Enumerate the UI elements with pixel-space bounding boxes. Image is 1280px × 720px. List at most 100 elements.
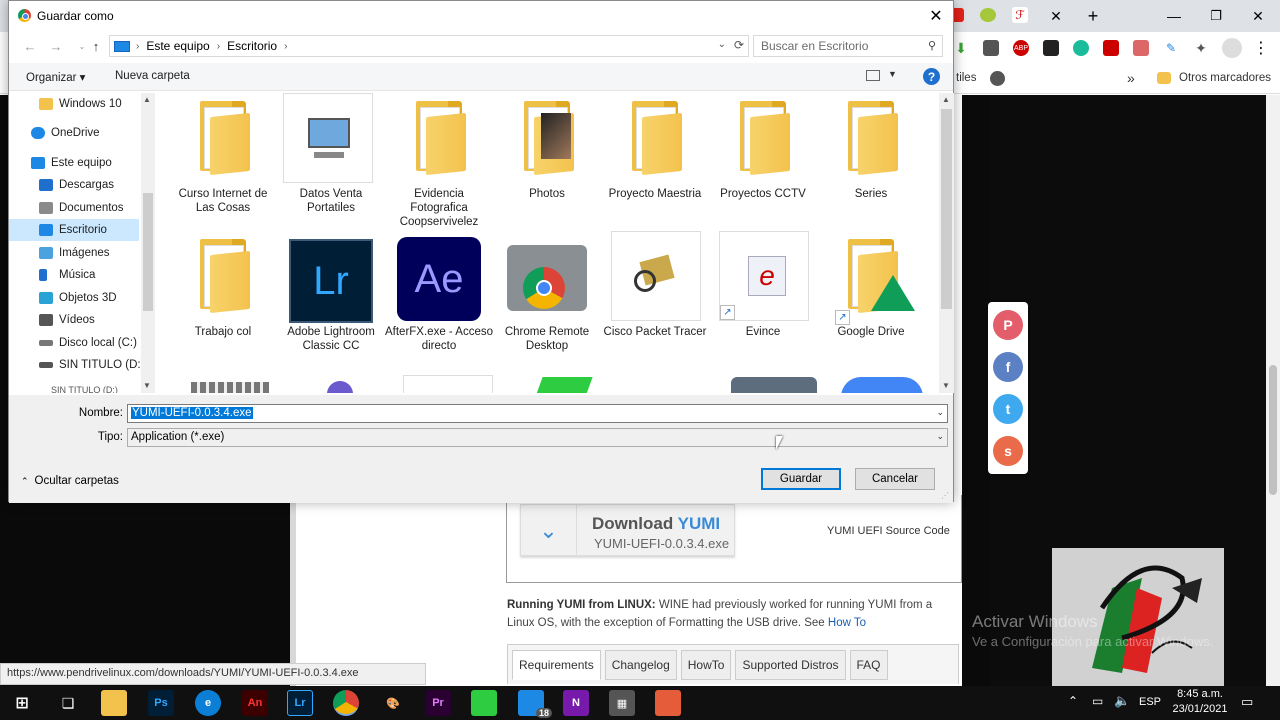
scroll-down-icon[interactable]: ▼ [942, 381, 950, 390]
tree-item-musica[interactable]: Música [9, 264, 139, 286]
file-item-curso-internet[interactable]: Curso Internet de Las Cosas [169, 93, 277, 229]
file-item-proyecto-maestria[interactable]: Proyecto Maestria [601, 93, 709, 229]
scroll-up-icon[interactable]: ▲ [942, 95, 950, 104]
animate-icon[interactable]: An [242, 690, 268, 716]
file-item-trabajo-col[interactable]: Trabajo col [169, 231, 277, 367]
puzzle-icon[interactable]: ✦ [1193, 40, 1209, 56]
chevron-down-icon[interactable]: ▼ [888, 69, 897, 79]
globe-icon[interactable] [990, 71, 1005, 86]
tree-item-videos[interactable]: Vídeos [9, 309, 139, 331]
other-bookmarks[interactable]: Otros marcadores [1179, 72, 1271, 84]
tab-changelog[interactable]: Changelog [604, 650, 677, 680]
tab-requirements[interactable]: Requirements [512, 650, 601, 680]
new-folder-button[interactable]: Nueva carpeta [115, 70, 190, 82]
address-bar[interactable]: › Este equipo › Escritorio › ⌄ ⟳ [109, 35, 749, 57]
maximize-icon[interactable]: ❐ [1205, 5, 1227, 27]
breadcrumb-escritorio[interactable]: Escritorio [227, 39, 277, 53]
tab-faq[interactable]: FAQ [849, 650, 888, 680]
file-item-datos-venta[interactable]: Datos Venta Portatiles [277, 93, 385, 229]
scrollbar-thumb[interactable] [143, 193, 153, 311]
lightroom-taskbar-icon[interactable]: Lr [287, 690, 313, 716]
source-code-link[interactable]: YUMI UEFI Source Code [827, 525, 950, 537]
battery-icon[interactable]: ▭ [1092, 694, 1103, 708]
notifications-icon[interactable]: ▭ [1241, 694, 1253, 710]
menu-icon[interactable]: ⋮ [1253, 38, 1269, 58]
extension-icon[interactable] [983, 40, 999, 56]
help-button[interactable]: ? [923, 68, 940, 85]
taskbar-app-icon[interactable] [655, 690, 681, 716]
onenote-icon[interactable]: N [563, 690, 589, 716]
file-item-partial[interactable] [535, 377, 593, 393]
tree-item-disco-c[interactable]: Disco local (C:) [9, 332, 139, 354]
file-list-scrollbar[interactable]: ▲ ▼ [939, 93, 954, 393]
tree-item-sin-titulo-d[interactable]: SIN TITULO (D:) [9, 354, 144, 376]
file-item-partial[interactable] [191, 382, 269, 393]
file-item-afterfx[interactable]: Ae AfterFX.exe - Acceso directo [385, 231, 493, 367]
chevron-down-icon[interactable]: ⌄ [936, 407, 944, 418]
chevron-up-icon[interactable]: ⌃ [1068, 694, 1078, 708]
tab-favicon-icon[interactable]: ℱ [1012, 7, 1028, 23]
download-yumi-button[interactable]: ⌄ Download YUMI YUMI-UEFI-0.0.3.4.exe [520, 504, 735, 557]
photoshop-icon[interactable]: Ps [148, 690, 174, 716]
extension-icon[interactable] [1073, 40, 1089, 56]
file-item-evidencia[interactable]: Evidencia Fotografica Coopservivelez [385, 93, 493, 229]
volume-icon[interactable]: 🔈 [1114, 693, 1130, 709]
resize-grip-icon[interactable]: ⋰ [941, 491, 949, 500]
file-item-google-drive[interactable]: ↗ Google Drive [817, 231, 925, 367]
file-item-photos[interactable]: Photos [493, 93, 601, 229]
view-options-icon[interactable] [866, 70, 880, 81]
task-view-icon[interactable]: ❏ [55, 690, 81, 716]
chevron-down-icon[interactable]: ⌄ [718, 39, 726, 50]
scroll-down-icon[interactable]: ▼ [143, 381, 151, 390]
tree-scrollbar[interactable]: ▲ ▼ [141, 93, 155, 393]
close-window-icon[interactable]: ✕ [1247, 5, 1269, 27]
calculator-icon[interactable]: ▦ [609, 690, 635, 716]
page-scrollbar[interactable] [1266, 95, 1280, 686]
stumbleupon-icon[interactable]: s [993, 436, 1023, 466]
search-input[interactable]: Buscar en Escritorio ⚲ [753, 35, 943, 57]
close-icon[interactable]: ✕ [925, 5, 947, 27]
extension-icon[interactable] [1103, 40, 1119, 56]
file-item-evince[interactable]: e ↗ Evince [709, 231, 817, 367]
refresh-icon[interactable]: ⟳ [734, 38, 744, 52]
file-item-partial[interactable] [731, 377, 817, 393]
edge-icon[interactable]: e [195, 690, 221, 716]
dialog-title-bar[interactable]: Guardar como ✕ [9, 1, 953, 31]
minimize-icon[interactable]: — [1163, 5, 1185, 27]
back-arrow-icon[interactable]: ← [21, 37, 39, 55]
tree-item-imagenes[interactable]: Imágenes [9, 242, 139, 264]
scrollbar-thumb[interactable] [941, 109, 952, 309]
bookmark-item[interactable]: tiles [956, 72, 976, 84]
tab-favicon-icon[interactable] [980, 8, 996, 22]
extension-icon[interactable] [1133, 40, 1149, 56]
file-item-partial[interactable] [403, 375, 493, 393]
new-tab-icon[interactable]: + [1082, 5, 1104, 27]
scroll-up-icon[interactable]: ▲ [143, 95, 151, 104]
cube-extension-icon[interactable] [1043, 40, 1059, 56]
file-explorer-icon[interactable] [101, 690, 127, 716]
file-item-partial[interactable] [841, 377, 923, 393]
tree-item-este-equipo[interactable]: Este equipo [9, 152, 139, 174]
pinterest-icon[interactable]: P [993, 310, 1023, 340]
cancel-button[interactable]: Cancelar [855, 468, 935, 490]
chevron-down-icon[interactable]: ⌄ [936, 431, 944, 442]
camtasia-icon[interactable] [471, 690, 497, 716]
twitter-icon[interactable]: t [993, 394, 1023, 424]
scrollbar-thumb[interactable] [1269, 365, 1277, 495]
filename-input[interactable]: YUMI-UEFI-0.0.3.4.exe ⌄ [127, 404, 948, 423]
file-item-cisco-packet-tracer[interactable]: Cisco Packet Tracer [601, 231, 709, 367]
file-item-chrome-remote-desktop[interactable]: Chrome Remote Desktop [493, 231, 601, 367]
chrome-icon[interactable] [333, 690, 359, 716]
file-item-series[interactable]: Series [817, 93, 925, 229]
tree-item-sin-titulo-d-2[interactable]: SIN TITULO (D:) [9, 379, 139, 393]
file-item-lightroom[interactable]: Lr Adobe Lightroom Classic CC [277, 231, 385, 367]
tree-item-escritorio[interactable]: Escritorio [9, 219, 139, 241]
save-button[interactable]: Guardar [761, 468, 841, 490]
up-arrow-icon[interactable]: ↑ [87, 37, 105, 55]
close-tab-icon[interactable]: ✕ [1046, 6, 1066, 26]
avatar[interactable] [1222, 38, 1242, 58]
facebook-icon[interactable]: f [993, 352, 1023, 382]
windows-start-icon[interactable]: ⊞ [9, 690, 35, 716]
hide-folders-button[interactable]: ⌃ Ocultar carpetas [21, 475, 119, 487]
adblock-icon[interactable]: ABP [1013, 40, 1029, 56]
